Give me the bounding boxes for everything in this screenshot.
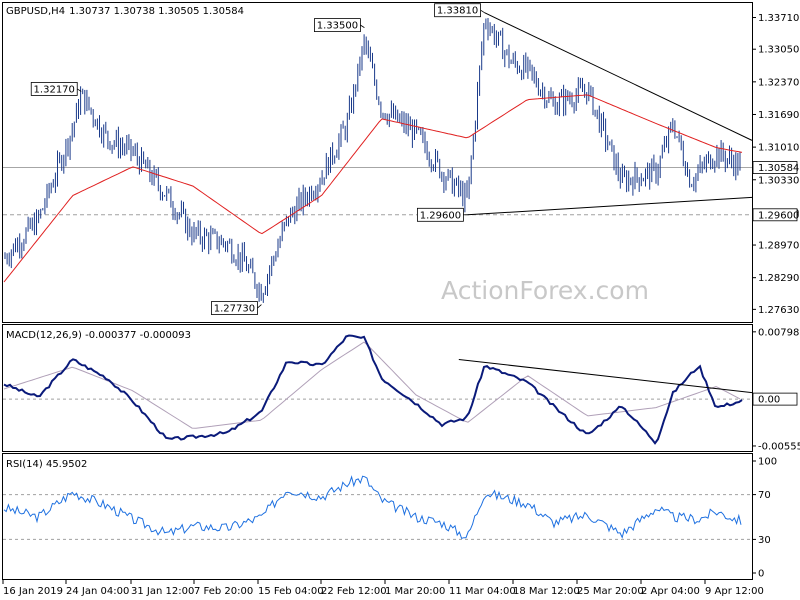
macd-current-value-label: 0.00 bbox=[758, 395, 780, 406]
price-axis-tick-label: 1.30330 bbox=[758, 175, 799, 186]
macd-axis-tick-label: 0.007983 bbox=[758, 327, 800, 338]
rsi-axis-tick-label: 0 bbox=[758, 569, 764, 580]
price-axis-tick-label: 1.33710 bbox=[758, 13, 799, 24]
annotation-label: 1.32170 bbox=[34, 84, 75, 95]
annotation-label: 1.29600 bbox=[420, 210, 461, 221]
symbol-header: GBPUSD,H4 1.30737 1.30738 1.30505 1.30584 bbox=[6, 6, 244, 17]
macd-axis-tick-label: -0.005559 bbox=[758, 441, 800, 452]
price-axis-tick-label: 1.28290 bbox=[758, 273, 799, 284]
annotation-label: 1.33810 bbox=[437, 6, 478, 17]
time-axis-label: 16 Jan 2019 bbox=[3, 586, 63, 597]
price-axis-tick-label: 1.31690 bbox=[758, 110, 799, 121]
watermark: ActionForex.com bbox=[441, 276, 649, 305]
rsi-axis-tick-label: 100 bbox=[758, 457, 777, 468]
price-axis-tick-label: 1.28970 bbox=[758, 241, 799, 252]
time-axis-label: 31 Jan 12:00 bbox=[131, 586, 194, 597]
price-axis-tick-label: 1.32370 bbox=[758, 77, 799, 88]
time-axis-label: 1 Mar 20:00 bbox=[385, 586, 445, 597]
price-axis-tick-label: 1.27630 bbox=[758, 305, 799, 316]
chart-canvas: ActionForex.com 1.33710 1.33050 1.32370 1.3… bbox=[2, 2, 800, 597]
rsi-pane bbox=[2, 453, 753, 580]
time-axis-label: 24 Jan 04:00 bbox=[66, 586, 129, 597]
rsi-axis-tick-label: 70 bbox=[758, 490, 771, 501]
rsi-title: RSI(14) 45.9502 bbox=[6, 459, 87, 470]
annotation-label: 1.33500 bbox=[317, 21, 358, 32]
price-axis-tick-label: 1.31010 bbox=[758, 143, 799, 154]
time-axis-label: 7 Feb 20:00 bbox=[194, 586, 253, 597]
time-axis-label: 2 Apr 04:00 bbox=[641, 586, 700, 597]
macd-pane bbox=[2, 324, 753, 452]
level-price-label: 1.29600 bbox=[758, 210, 799, 221]
time-axis-label: 18 Mar 12:00 bbox=[513, 586, 580, 597]
annotation-label: 1.27730 bbox=[214, 304, 255, 315]
rsi-axis-tick-label: 30 bbox=[758, 535, 771, 546]
time-axis-label: 22 Feb 12:00 bbox=[321, 586, 387, 597]
time-axis-label: 15 Feb 04:00 bbox=[258, 586, 324, 597]
price-pane bbox=[2, 2, 753, 323]
macd-title: MACD(12,26,9) -0.000377 -0.000093 bbox=[6, 330, 191, 341]
current-price-label: 1.30584 bbox=[758, 163, 799, 174]
price-axis-tick-label: 1.33050 bbox=[758, 45, 799, 56]
time-axis-label: 11 Mar 04:00 bbox=[449, 586, 516, 597]
time-axis-label: 9 Apr 12:00 bbox=[705, 586, 764, 597]
time-axis-label: 25 Mar 20:00 bbox=[577, 586, 644, 597]
